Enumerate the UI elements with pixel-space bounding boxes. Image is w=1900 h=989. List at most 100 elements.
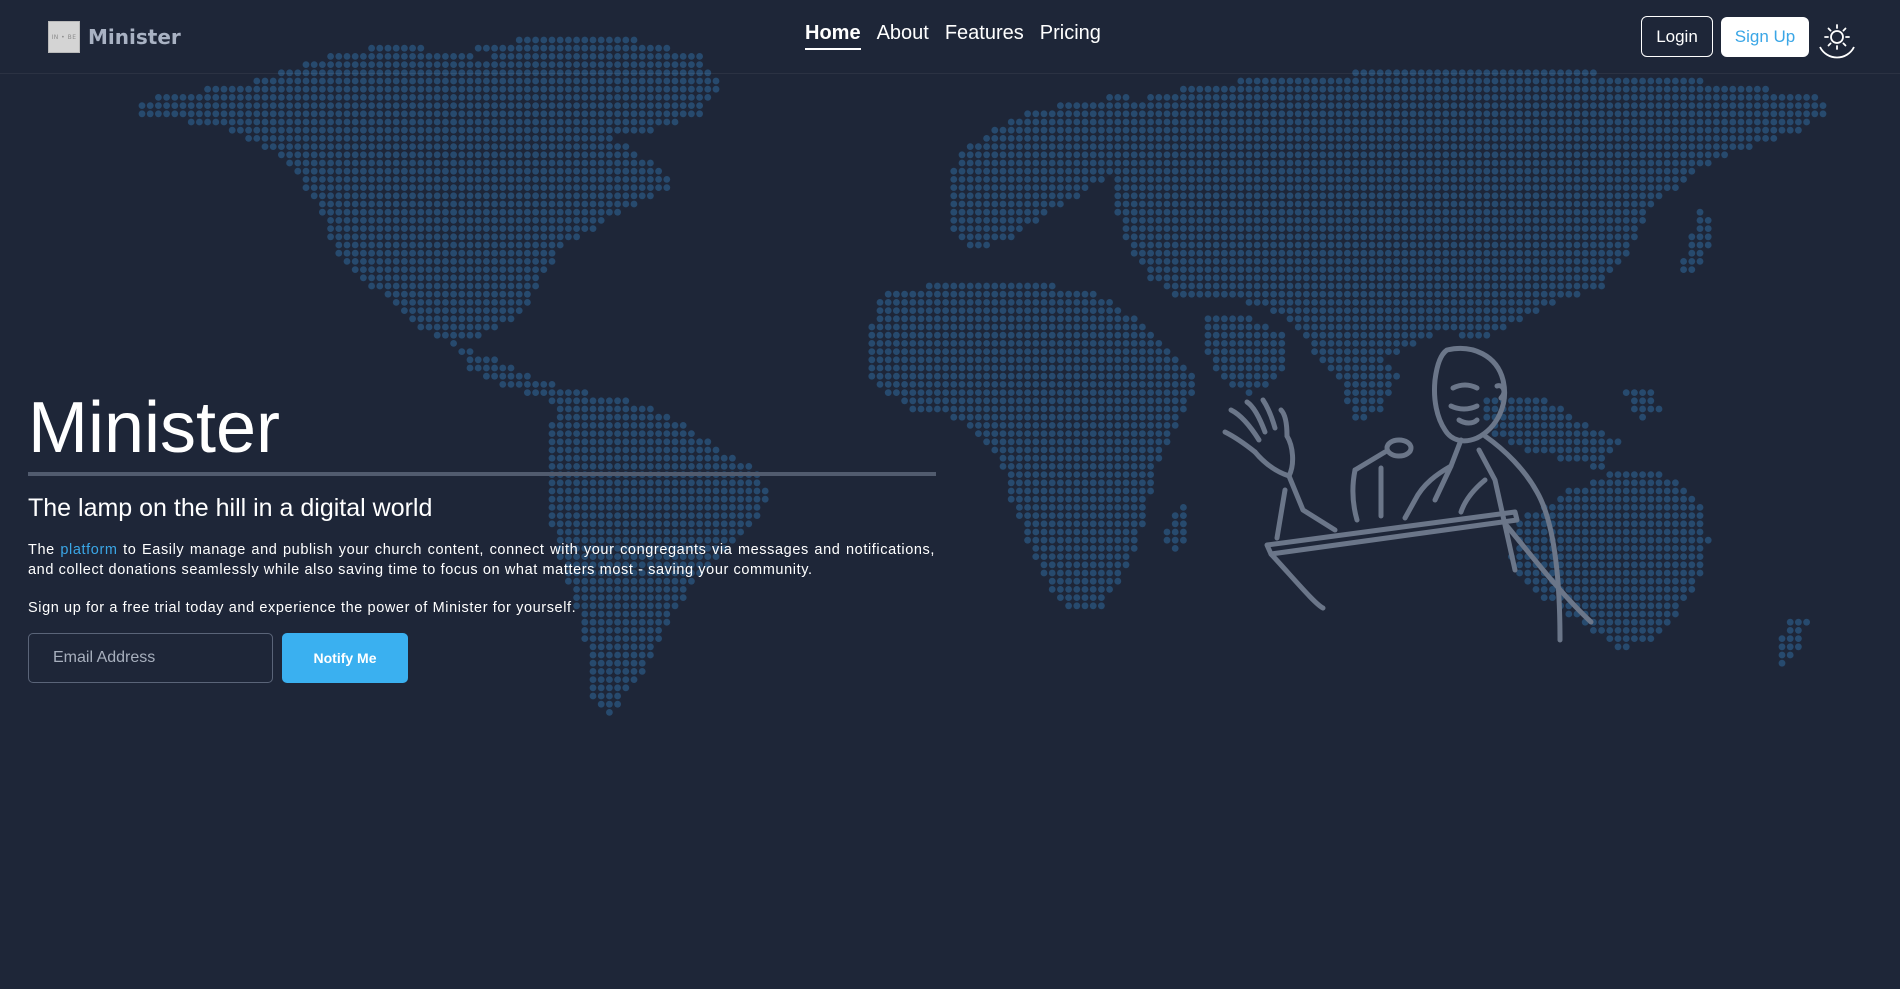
- map-dot: [1327, 299, 1335, 306]
- map-dot: [1007, 167, 1015, 175]
- map-dot: [1598, 85, 1605, 93]
- map-dot: [1442, 323, 1450, 331]
- map-dot: [1040, 413, 1048, 421]
- map-dot: [630, 167, 638, 175]
- map-dot: [261, 85, 269, 93]
- map-dot: [1483, 159, 1491, 167]
- map-dot: [1491, 282, 1499, 290]
- map-dot: [228, 126, 236, 134]
- map-dot: [196, 110, 203, 118]
- map-dot: [1368, 77, 1376, 85]
- map-dot: [1016, 217, 1023, 224]
- map-dot: [1524, 299, 1532, 306]
- map-dot: [360, 77, 367, 85]
- map-dot: [204, 102, 212, 109]
- map-dot: [1311, 77, 1318, 85]
- map-dot: [1262, 274, 1269, 282]
- map-dot: [1007, 143, 1015, 151]
- map-dot: [1565, 135, 1573, 142]
- map-dot: [548, 85, 556, 93]
- map-dot: [647, 176, 654, 183]
- map-dot: [1303, 331, 1310, 339]
- map-dot: [1598, 143, 1605, 151]
- map-dot: [565, 192, 572, 200]
- map-dot: [1089, 405, 1097, 413]
- map-dot: [458, 307, 466, 314]
- map-dot: [671, 85, 679, 93]
- map-dot: [1540, 118, 1548, 126]
- map-dot: [417, 200, 425, 208]
- map-dot: [515, 372, 523, 380]
- map-dot: [1294, 126, 1302, 134]
- map-dot: [1631, 167, 1638, 175]
- map-dot: [442, 110, 449, 118]
- map-dot: [1204, 274, 1212, 282]
- map-dot: [1245, 200, 1253, 208]
- map-dot: [1540, 192, 1548, 200]
- map-dot: [1139, 258, 1146, 265]
- map-dot: [884, 372, 892, 380]
- map-dot: [1286, 110, 1294, 118]
- map-dot: [474, 167, 482, 175]
- map-dot: [474, 94, 482, 101]
- map-dot: [1516, 85, 1523, 93]
- map-dot: [1696, 85, 1704, 93]
- map-dot: [1458, 151, 1466, 159]
- map-dot: [1483, 151, 1491, 159]
- map-dot: [1155, 430, 1163, 437]
- map-dot: [1188, 208, 1195, 216]
- map-dot: [1729, 143, 1737, 151]
- map-dot: [335, 192, 343, 200]
- map-dot: [491, 282, 498, 290]
- map-dot: [1721, 110, 1728, 118]
- map-dot: [975, 422, 982, 429]
- map-dot: [1048, 413, 1056, 421]
- map-dot: [1089, 438, 1097, 446]
- map-dot: [1139, 241, 1146, 249]
- map-dot: [975, 307, 982, 314]
- map-dot: [343, 176, 351, 183]
- map-dot: [1032, 299, 1040, 306]
- map-dot: [499, 192, 507, 200]
- map-dot: [228, 118, 236, 126]
- map-dot: [1007, 356, 1015, 364]
- map-dot: [1344, 126, 1351, 134]
- map-dot: [1417, 102, 1425, 109]
- map-dot: [1048, 315, 1056, 323]
- map-dot: [991, 430, 999, 437]
- map-dot: [1688, 94, 1696, 101]
- map-dot: [556, 102, 564, 109]
- map-dot: [1139, 151, 1146, 159]
- map-dot: [524, 143, 531, 151]
- map-dot: [1663, 479, 1671, 487]
- map-dot: [286, 102, 293, 109]
- map-dot: [1721, 85, 1728, 93]
- map-dot: [1524, 143, 1532, 151]
- map-dot: [1532, 159, 1540, 167]
- map-dot: [425, 290, 433, 298]
- map-dot: [1335, 126, 1343, 134]
- map-dot: [966, 323, 974, 331]
- map-dot: [958, 200, 966, 208]
- map-dot: [671, 118, 679, 126]
- map-dot: [556, 85, 564, 93]
- map-dot: [417, 102, 425, 109]
- map-dot: [1704, 151, 1712, 159]
- map-dot: [1229, 85, 1236, 93]
- map-dot: [179, 94, 187, 101]
- map-dot: [1180, 397, 1187, 405]
- map-dot: [1352, 241, 1359, 249]
- map-dot: [1016, 438, 1023, 446]
- map-dot: [917, 356, 925, 364]
- map-dot: [1032, 167, 1040, 175]
- map-dot: [1368, 307, 1376, 314]
- map-dot: [1491, 126, 1499, 134]
- map-dot: [327, 143, 334, 151]
- map-dot: [1106, 413, 1113, 421]
- map-dot: [1040, 463, 1048, 470]
- map-dot: [1073, 438, 1081, 446]
- map-dot: [1294, 143, 1302, 151]
- map-dot: [950, 307, 958, 314]
- map-dot: [1270, 225, 1277, 233]
- map-dot: [1204, 85, 1212, 93]
